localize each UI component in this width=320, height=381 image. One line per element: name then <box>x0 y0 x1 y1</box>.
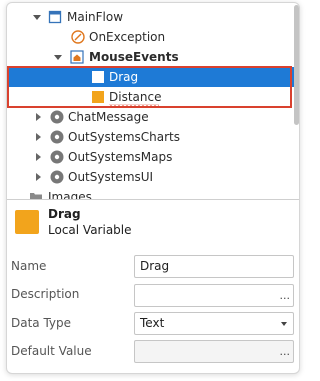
tree-item-drag[interactable]: Drag <box>7 67 299 87</box>
tree-item-mainflow[interactable]: MainFlow <box>7 7 299 27</box>
tree-item-onexception[interactable]: OnException <box>7 27 299 47</box>
tree-item-outsystemsmaps[interactable]: OutSystemsMaps <box>7 147 299 167</box>
tree-item-label: Drag <box>109 70 139 84</box>
tree-item-mouseevents[interactable]: MouseEvents <box>7 47 299 67</box>
data-type-value: Text <box>140 316 165 330</box>
local-variable-icon <box>91 90 105 104</box>
tree-item-label: ChatMessage <box>68 110 149 124</box>
module-icon <box>50 110 64 124</box>
module-icon <box>50 170 64 184</box>
tree-item-label: MainFlow <box>67 10 124 24</box>
tree-item-label: OutSystemsUI <box>68 170 154 184</box>
properties-panel: MainFlow OnException MouseEvents Drag Di… <box>6 2 300 374</box>
detail-title: Drag <box>48 207 81 221</box>
default-value-field[interactable]: ... <box>134 340 294 363</box>
tree-item-images[interactable]: Images <box>7 187 299 199</box>
data-type-label: Data Type <box>11 316 72 330</box>
default-value-ellipsis-button[interactable]: ... <box>280 341 291 362</box>
module-icon <box>50 130 64 144</box>
tree-item-label: OutSystemsCharts <box>68 130 180 144</box>
tree-item-outsystemscharts[interactable]: OutSystemsCharts <box>7 127 299 147</box>
name-field[interactable]: Drag <box>134 255 294 278</box>
element-tree: MainFlow OnException MouseEvents Drag Di… <box>7 3 299 199</box>
local-variable-icon <box>15 210 39 234</box>
collapsed-arrow-icon[interactable] <box>33 152 43 162</box>
tree-item-label: Images <box>48 190 92 199</box>
description-field[interactable]: ... <box>134 284 294 307</box>
collapsed-arrow-icon[interactable] <box>33 172 43 182</box>
tree-item-label: OnException <box>89 30 166 44</box>
local-variable-icon <box>91 70 105 84</box>
module-icon <box>50 150 64 164</box>
flow-icon <box>48 10 62 24</box>
data-type-select[interactable]: Text <box>134 312 294 335</box>
tree-item-outsystemsui[interactable]: OutSystemsUI <box>7 167 299 187</box>
tree-item-distance[interactable]: Distance <box>7 87 299 107</box>
tree-item-label: OutSystemsMaps <box>68 150 173 164</box>
name-label: Name <box>11 259 47 273</box>
screen-icon <box>70 50 84 64</box>
tree-item-chatmessage[interactable]: ChatMessage <box>7 107 299 127</box>
collapsed-arrow-icon[interactable] <box>33 112 43 122</box>
tree-item-label: MouseEvents <box>89 50 179 64</box>
chevron-down-icon <box>281 322 287 326</box>
name-field-value: Drag <box>140 259 170 273</box>
description-label: Description <box>11 287 80 301</box>
exception-handler-icon <box>71 30 85 44</box>
default-value-label: Default Value <box>11 344 92 358</box>
expanded-arrow-icon[interactable] <box>32 12 42 22</box>
collapsed-arrow-icon[interactable] <box>33 132 43 142</box>
description-ellipsis-button[interactable]: ... <box>280 285 291 306</box>
detail-subtitle: Local Variable <box>48 223 132 237</box>
folder-icon <box>29 190 43 199</box>
tree-scrollbar[interactable] <box>294 5 299 125</box>
expanded-arrow-icon[interactable] <box>53 52 63 62</box>
panel-divider[interactable] <box>7 199 299 200</box>
